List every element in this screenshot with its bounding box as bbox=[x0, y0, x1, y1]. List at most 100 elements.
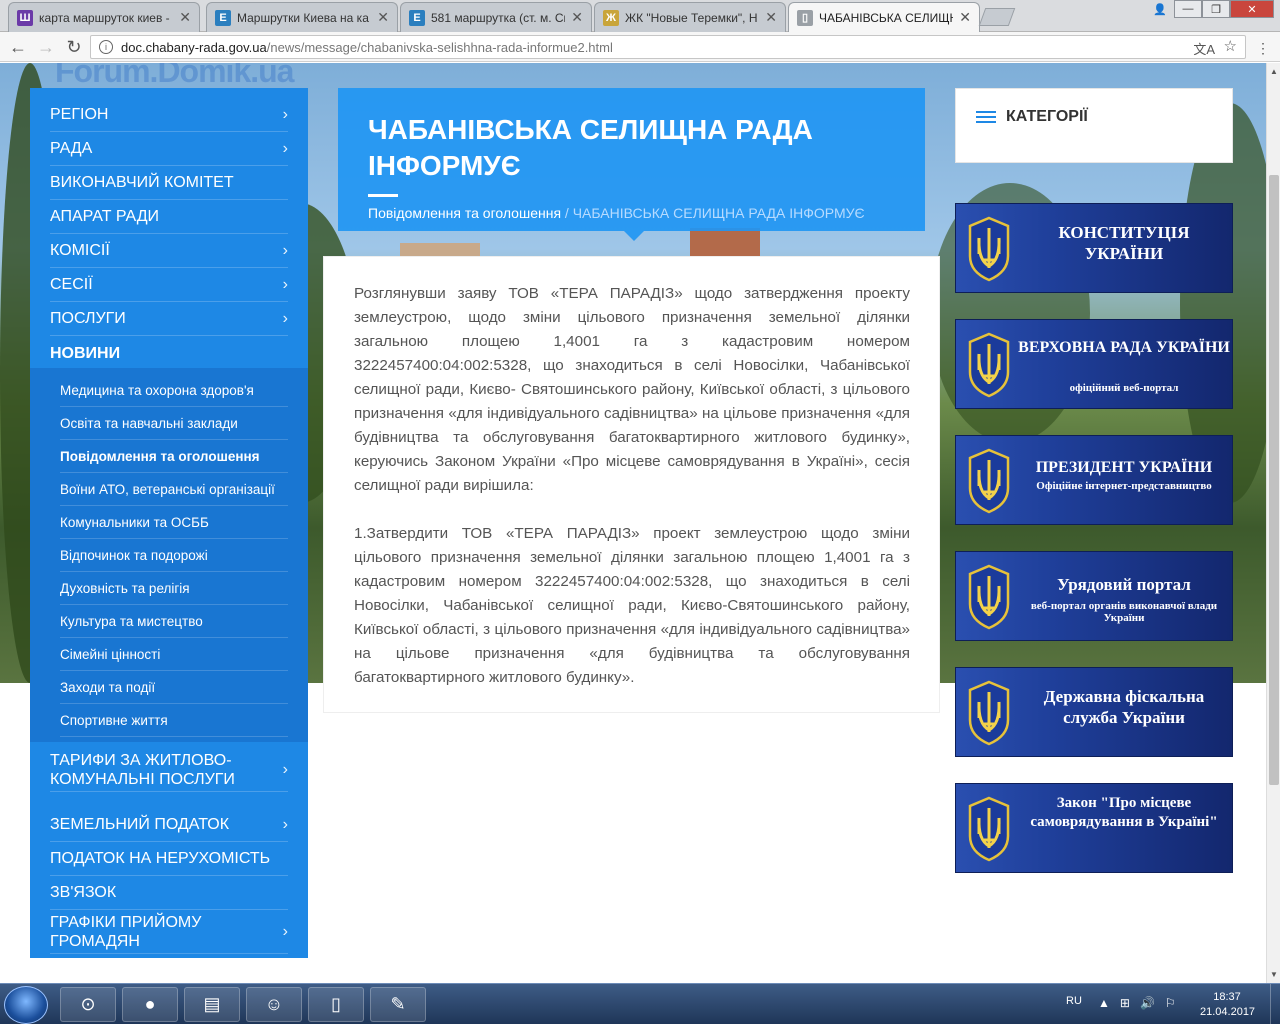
app-ie-icon[interactable]: ⊙ bbox=[60, 987, 116, 1022]
url-host: doc.chabany-rada.gov.ua bbox=[121, 39, 267, 55]
reload-button[interactable]: ↻ bbox=[62, 36, 86, 58]
address-bar[interactable]: i doc.chabany-rada.gov.ua /news/message/… bbox=[90, 35, 1246, 59]
tab-close-icon[interactable]: ✕ bbox=[765, 9, 777, 26]
browser-tab[interactable]: Ж ЖК "Новые Теремки", Н ✕ bbox=[594, 2, 786, 32]
breadcrumb-separator: / bbox=[561, 205, 573, 221]
breadcrumb-link[interactable]: Повідомлення та оголошення bbox=[368, 205, 561, 221]
gov-banner[interactable]: Державна фіскальна служба України bbox=[955, 667, 1233, 757]
scroll-down-arrow-icon[interactable]: ▼ bbox=[1270, 970, 1278, 979]
sidebar-item[interactable]: КОМІСІЇ › bbox=[50, 234, 288, 268]
banner-subtitle: офіційний веб-портал bbox=[1069, 382, 1179, 394]
browser-tab[interactable]: Шкарта маршруток киев - ✕ bbox=[8, 2, 200, 32]
info-icon[interactable]: i bbox=[99, 40, 113, 54]
sidebar-item[interactable]: ПОСЛУГИ › bbox=[50, 302, 288, 336]
browser-menu-icon[interactable]: ⋮ bbox=[1256, 40, 1270, 57]
favicon-icon: Ш bbox=[17, 9, 33, 26]
show-desktop-button[interactable] bbox=[1270, 984, 1280, 1024]
chevron-right-icon: › bbox=[282, 276, 288, 293]
submenu-item[interactable]: Заходи та події bbox=[60, 671, 288, 704]
submenu-item[interactable]: Повідомлення та оголошення bbox=[60, 440, 288, 473]
submenu-item[interactable]: Духовність та релігія bbox=[60, 572, 288, 605]
submenu-item[interactable]: Освіта та навчальні заклади bbox=[60, 407, 288, 440]
tab-label: ЖК "Новые Теремки", Н bbox=[625, 10, 758, 25]
gov-banner[interactable]: Урядовий портал веб-портал органів викона… bbox=[955, 551, 1233, 641]
clock[interactable]: 18:37 21.04.2017 bbox=[1200, 990, 1255, 1020]
trident-icon bbox=[966, 796, 1012, 862]
banner-title: Урядовий портал bbox=[1057, 575, 1191, 594]
scrollbar-thumb[interactable] bbox=[1269, 175, 1279, 785]
browser-tab[interactable]: ▯ ЧАБАНІВСЬКА СЕЛИЩН ✕ bbox=[788, 2, 980, 32]
news-submenu: Медицина та охорона здоров'я Освіта та на… bbox=[30, 368, 308, 742]
back-button[interactable]: ← bbox=[6, 36, 30, 58]
submenu-item[interactable]: Культура та мистецтво bbox=[60, 605, 288, 638]
submenu-item[interactable]: Воїни АТО, ветеранські організації bbox=[60, 473, 288, 506]
browser-tab[interactable]: E Маршрутки Киева на ка ✕ bbox=[206, 2, 398, 32]
banner-subtitle: веб-портал органів виконавчої влади Укра… bbox=[1030, 600, 1218, 624]
app-users-icon[interactable]: ☺ bbox=[246, 987, 302, 1022]
tray-icon[interactable]: ⊞ bbox=[1120, 996, 1130, 1010]
tab-label: ЧАБАНІВСЬКА СЕЛИЩН bbox=[819, 10, 954, 25]
gov-banner[interactable]: Закон "Про місцеве самоврядування в Укра… bbox=[955, 783, 1233, 873]
maximize-button[interactable]: ❐ bbox=[1202, 0, 1230, 18]
forward-button[interactable]: → bbox=[34, 36, 58, 58]
tab-close-icon[interactable]: ✕ bbox=[959, 9, 971, 26]
language-indicator[interactable]: RU bbox=[1066, 995, 1082, 1007]
submenu-item[interactable]: Медицина та охорона здоров'я bbox=[60, 374, 288, 407]
minimize-button[interactable]: — bbox=[1174, 0, 1202, 18]
browser-tab[interactable]: E 581 маршрутка (ст. м. Св ✕ bbox=[400, 2, 592, 32]
sidebar-item[interactable]: ТАРИФИ ЗА ЖИТЛОВО-КОМУНАЛЬНІ ПОСЛУГИ › bbox=[50, 748, 288, 792]
user-icon[interactable]: 👤 bbox=[1146, 0, 1174, 18]
sidebar-item[interactable]: НОВИНИ bbox=[50, 336, 288, 370]
sidebar-item[interactable]: СЕСІЇ › bbox=[50, 268, 288, 302]
tray-icon[interactable]: ▲ bbox=[1098, 996, 1110, 1010]
chevron-right-icon: › bbox=[282, 106, 288, 123]
window-controls: 👤 — ❐ ✕ bbox=[1146, 0, 1274, 18]
chevron-right-icon: › bbox=[282, 816, 288, 833]
sidebar-item[interactable]: ГРАФІКИ ПРИЙОМУ ГРОМАДЯН › bbox=[50, 910, 288, 954]
favicon-icon: Ж bbox=[603, 9, 619, 26]
favicon-icon: E bbox=[409, 9, 425, 26]
app-paint-icon[interactable]: ✎ bbox=[370, 987, 426, 1022]
favicon-icon: E bbox=[215, 9, 231, 26]
gov-banner[interactable]: ПРЕЗИДЕНТ УКРАЇНИ Офіційне інтернет-предс… bbox=[955, 435, 1233, 525]
tab-close-icon[interactable]: ✕ bbox=[179, 9, 191, 26]
categories-widget[interactable]: КАТЕГОРІЇ bbox=[955, 88, 1233, 163]
submenu-item[interactable]: Комунальники та ОСББ bbox=[60, 506, 288, 539]
sidebar-item[interactable]: ВИКОНАВЧИЙ КОМІТЕТ bbox=[50, 166, 288, 200]
page-scrollbar[interactable]: ▲ ▼ bbox=[1266, 63, 1280, 983]
sidebar-item[interactable]: АПАРАТ РАДИ bbox=[50, 200, 288, 234]
submenu-item[interactable]: Сімейні цінності bbox=[60, 638, 288, 671]
app-chrome-icon[interactable]: ● bbox=[122, 987, 178, 1022]
banner-title: КОНСТИТУЦІЯ УКРАЇНИ bbox=[1058, 223, 1190, 263]
sidebar-item[interactable]: ЗЕМЕЛЬНИЙ ПОДАТОК › bbox=[50, 808, 288, 842]
app-doc-icon[interactable]: ▯ bbox=[308, 987, 364, 1022]
gov-banner[interactable]: ВЕРХОВНА РАДА УКРАЇНИ офіційний веб-порта… bbox=[955, 319, 1233, 409]
scroll-up-arrow-icon[interactable]: ▲ bbox=[1270, 67, 1278, 76]
translate-icon[interactable]: 文A bbox=[1193, 39, 1215, 58]
sidebar-item[interactable]: ПОДАТОК НА НЕРУХОМІСТЬ bbox=[50, 842, 288, 876]
tray-icon[interactable]: ⚐ bbox=[1165, 996, 1176, 1010]
sidebar-item[interactable]: РАДА › bbox=[50, 132, 288, 166]
tray-icon[interactable]: 🔊 bbox=[1140, 996, 1155, 1010]
start-button[interactable] bbox=[4, 986, 48, 1024]
clock-time: 18:37 bbox=[1213, 991, 1241, 1003]
sidebar-item[interactable]: РЕГІОН › bbox=[50, 98, 288, 132]
tab-close-icon[interactable]: ✕ bbox=[377, 9, 389, 26]
sidebar-item-label: ЗВ'ЯЗОК bbox=[50, 884, 117, 901]
forum-watermark: Forum.Domik.ua bbox=[55, 63, 294, 89]
sidebar-item-label: ТАРИФИ ЗА ЖИТЛОВО-КОМУНАЛЬНІ ПОСЛУГИ bbox=[50, 751, 235, 788]
favicon-icon: ▯ bbox=[797, 9, 813, 26]
sidebar-item[interactable]: ЗВ'ЯЗОК bbox=[50, 876, 288, 910]
trident-icon bbox=[966, 680, 1012, 746]
banner-title: Державна фіскальна служба України bbox=[1043, 687, 1205, 727]
new-tab-button[interactable] bbox=[978, 8, 1016, 26]
close-window-button[interactable]: ✕ bbox=[1230, 0, 1274, 18]
submenu-item[interactable]: Відпочинок та подорожі bbox=[60, 539, 288, 572]
gov-banner[interactable]: КОНСТИТУЦІЯ УКРАЇНИ bbox=[955, 203, 1233, 293]
bookmark-star-icon[interactable]: ☆ bbox=[1224, 37, 1237, 55]
submenu-item[interactable]: Спортивне життя bbox=[60, 704, 288, 737]
sidebar-item-label: ВИКОНАВЧИЙ КОМІТЕТ bbox=[50, 174, 234, 191]
trident-icon bbox=[966, 216, 1012, 282]
tab-close-icon[interactable]: ✕ bbox=[571, 9, 583, 26]
app-explorer-icon[interactable]: ▤ bbox=[184, 987, 240, 1022]
